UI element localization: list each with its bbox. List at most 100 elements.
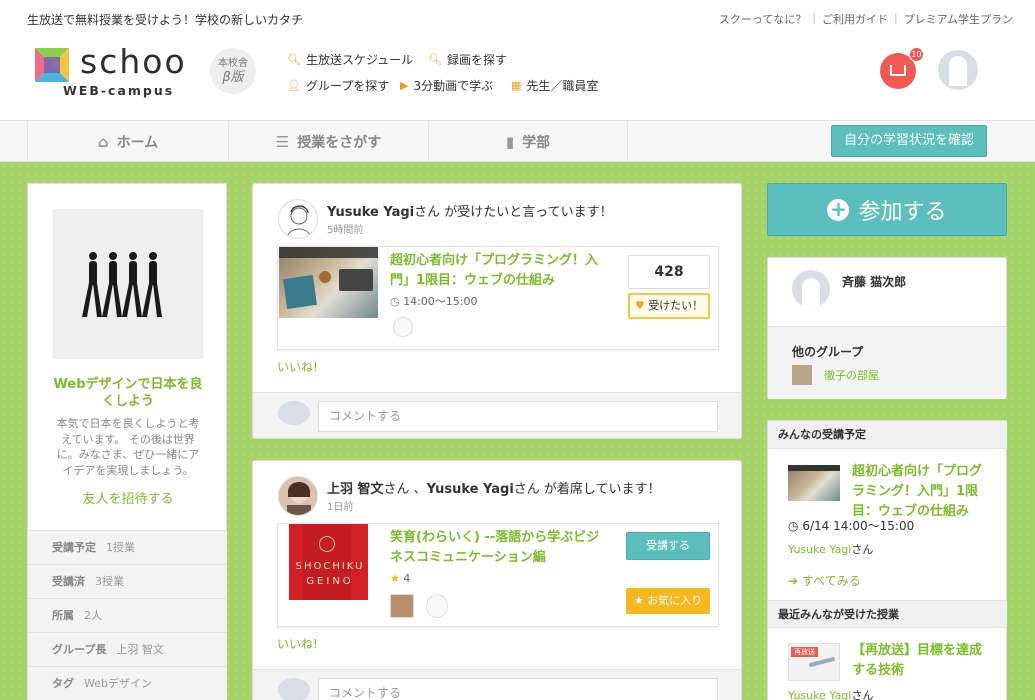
- stat-label: 所属: [52, 609, 74, 622]
- nav-find-recordings[interactable]: 🔍︎ 録画を探す: [428, 51, 507, 68]
- feed-headline: Yusuke Yagiさん が受けたいと言っています！: [327, 201, 613, 220]
- user-suffix: さん: [851, 689, 874, 700]
- comment-bar: コメントする: [253, 669, 741, 700]
- other-groups: 他のグループ 徹子の部屋: [768, 326, 1006, 399]
- lesson-thumbnail[interactable]: [279, 247, 378, 318]
- feed-user-avatar[interactable]: [278, 476, 318, 516]
- tab-faculty[interactable]: ▮ 学部: [428, 121, 628, 162]
- nav-3min-videos[interactable]: ▶ 3分動画で学ぶ: [400, 77, 493, 94]
- stat-leader[interactable]: グループ長 上羽 智文: [28, 632, 227, 666]
- crest-icon: [319, 536, 335, 552]
- schedule-lesson-title[interactable]: 超初心者向け「プログラミング！入門」1限目：ウェブの仕組み: [852, 462, 994, 522]
- nav-label: 生放送スケジュール: [305, 53, 414, 67]
- logo-mark-icon: [35, 48, 69, 82]
- laptop-image: [339, 269, 373, 291]
- group-thumbnail[interactable]: [792, 365, 812, 385]
- attendee-avatar[interactable]: [390, 594, 414, 618]
- tab-home[interactable]: ⌂ ホーム: [27, 121, 228, 162]
- stat-value: 上羽 智文: [116, 643, 164, 656]
- pen-image: [808, 656, 836, 668]
- person-icon: 👤︎: [287, 79, 301, 92]
- about-link[interactable]: スクーってなに？: [719, 11, 806, 27]
- stat-completed[interactable]: 受講済 3授業: [28, 564, 227, 598]
- lesson-card[interactable]: 超初心者向け「プログラミング！入門」1限目：ウェブの仕組み ◷ 14:00〜15…: [277, 246, 719, 350]
- nav-label: 先生／職員室: [526, 79, 599, 93]
- tab-search-lessons[interactable]: ☰ 授業をさがす: [228, 121, 428, 162]
- feed-item: Yusuke Yagiさん が受けたいと言っています！ 5時間前 超初心者向け「…: [252, 183, 742, 439]
- list-icon: ☰: [275, 132, 290, 151]
- premium-link[interactable]: プレミアム学生プラン: [904, 11, 1013, 27]
- group-title[interactable]: Webデザインで日本を良くしよう: [48, 376, 208, 410]
- clock-icon: ◷: [390, 295, 400, 308]
- stat-members[interactable]: 所属 2人: [28, 598, 227, 632]
- lesson-thumbnail[interactable]: SHOCHIKU GEINO: [289, 524, 368, 600]
- tab-label: ホーム: [116, 134, 159, 151]
- join-group-button[interactable]: + 参加する: [767, 183, 1007, 236]
- feed-headline: 上羽 智文さん 、Yusuke Yagiさん が着席しています！: [327, 478, 661, 497]
- schoo-logo[interactable]: schoo WEB-campus: [35, 42, 215, 100]
- recent-thumbnail[interactable]: 再放送: [788, 643, 840, 681]
- group-description: 本気で日本を良くしようと考えています。 その後は世界に。みなさま、ぜひ一緒にアイ…: [56, 417, 200, 477]
- comment-input[interactable]: コメントする: [318, 678, 718, 700]
- beta-line1: 本校舎: [218, 58, 248, 69]
- feed-user-link[interactable]: 上羽 智文: [327, 482, 384, 497]
- schedule-user-link[interactable]: Yusuke Yagi: [788, 543, 851, 556]
- stat-label: タグ: [52, 677, 74, 690]
- schedule-time: ◷ 6/14 14:00〜15:00: [788, 517, 914, 534]
- stat-value: 1授業: [106, 541, 135, 554]
- feed-user-avatar[interactable]: [278, 199, 318, 239]
- notifications-button[interactable]: 10: [880, 47, 924, 89]
- heart-icon: ♥: [634, 299, 645, 312]
- nav-teachers[interactable]: ▦ 先生／職員室: [511, 77, 598, 94]
- lesson-title[interactable]: 笑育(わらいく) --落語から学ぶビジネスコミュニケーション編: [390, 528, 608, 568]
- see-all-link[interactable]: ➔ すべてみる: [788, 572, 861, 589]
- guide-link[interactable]: ご利用ガイド: [822, 11, 888, 27]
- stat-label: 受講済: [52, 575, 85, 588]
- feed-time: 5時間前: [327, 225, 364, 236]
- recent-lesson-title[interactable]: 【再放送】目標を達成する技術: [852, 641, 994, 681]
- like-link[interactable]: いいね!: [277, 635, 318, 652]
- book-icon: ▮: [505, 132, 515, 151]
- feed-user-link[interactable]: Yusuke Yagi: [427, 482, 514, 497]
- user-suffix: さん: [851, 543, 874, 556]
- favorite-button[interactable]: ★ お気に入り: [626, 588, 710, 614]
- lesson-title[interactable]: 超初心者向け「プログラミング！入門」1限目：ウェブの仕組み: [390, 251, 608, 291]
- invite-friends-link[interactable]: 友人を招待する: [28, 488, 228, 507]
- stat-value: Webデザイン: [84, 677, 152, 690]
- member-name[interactable]: 斉藤 猫次郎: [842, 273, 906, 290]
- comment-input[interactable]: コメントする: [318, 401, 718, 432]
- lesson-card[interactable]: SHOCHIKU GEINO 笑育(わらいく) --落語から学ぶビジネスコミュニ…: [277, 523, 719, 627]
- search-icon: 🔍︎: [428, 53, 442, 66]
- check-progress-button[interactable]: 自分の学習状況を確認: [831, 125, 987, 157]
- nav-live-schedule[interactable]: 🔍︎ 生放送スケジュール: [287, 51, 413, 68]
- user-avatar[interactable]: [938, 50, 978, 90]
- star-icon: ★: [633, 594, 644, 607]
- other-group-link[interactable]: 徹子の部屋: [824, 367, 879, 383]
- like-link[interactable]: いいね!: [277, 358, 318, 375]
- top-links: スクーってなに？ | ご利用ガイド | プレミアム学生プラン: [719, 11, 1013, 27]
- stat-scheduled[interactable]: 受講予定 1授業: [28, 530, 227, 564]
- feed-user-link[interactable]: Yusuke Yagi: [327, 205, 414, 220]
- attend-button[interactable]: 受講する: [626, 532, 710, 560]
- book-image: [283, 275, 317, 309]
- sketch-avatar-icon: [286, 205, 312, 238]
- want-to-attend-button[interactable]: ♥ 受けたい！: [628, 293, 710, 319]
- stat-tag[interactable]: タグ Webデザイン: [28, 666, 227, 700]
- thumb-text-2: GEINO: [306, 576, 354, 587]
- feed-separator: さん 、: [383, 482, 427, 497]
- recent-user-link[interactable]: Yusuke Yagi: [788, 689, 851, 700]
- schedule-user: Yusuke Yagiさん: [788, 541, 873, 557]
- schedule-title: みんなの受講予定: [768, 421, 1007, 449]
- schedule-thumbnail[interactable]: [788, 465, 840, 501]
- attendee-avatar[interactable]: [393, 317, 413, 337]
- group-card: Webデザインで日本を良くしよう 本気で日本を良くしようと考えています。 その後…: [27, 183, 227, 700]
- member-avatar[interactable]: [792, 270, 830, 308]
- group-image: [53, 209, 203, 359]
- separator: |: [894, 11, 898, 24]
- attendee-avatar[interactable]: [426, 594, 448, 618]
- search-icon: 🔍︎: [287, 53, 301, 66]
- nav-find-groups[interactable]: 👤︎ グループを探す: [287, 77, 389, 94]
- logo-wordmark: schoo: [80, 42, 187, 81]
- recent-user: Yusuke Yagiさん: [788, 687, 873, 700]
- lesson-time: ◷ 14:00〜15:00: [390, 293, 478, 309]
